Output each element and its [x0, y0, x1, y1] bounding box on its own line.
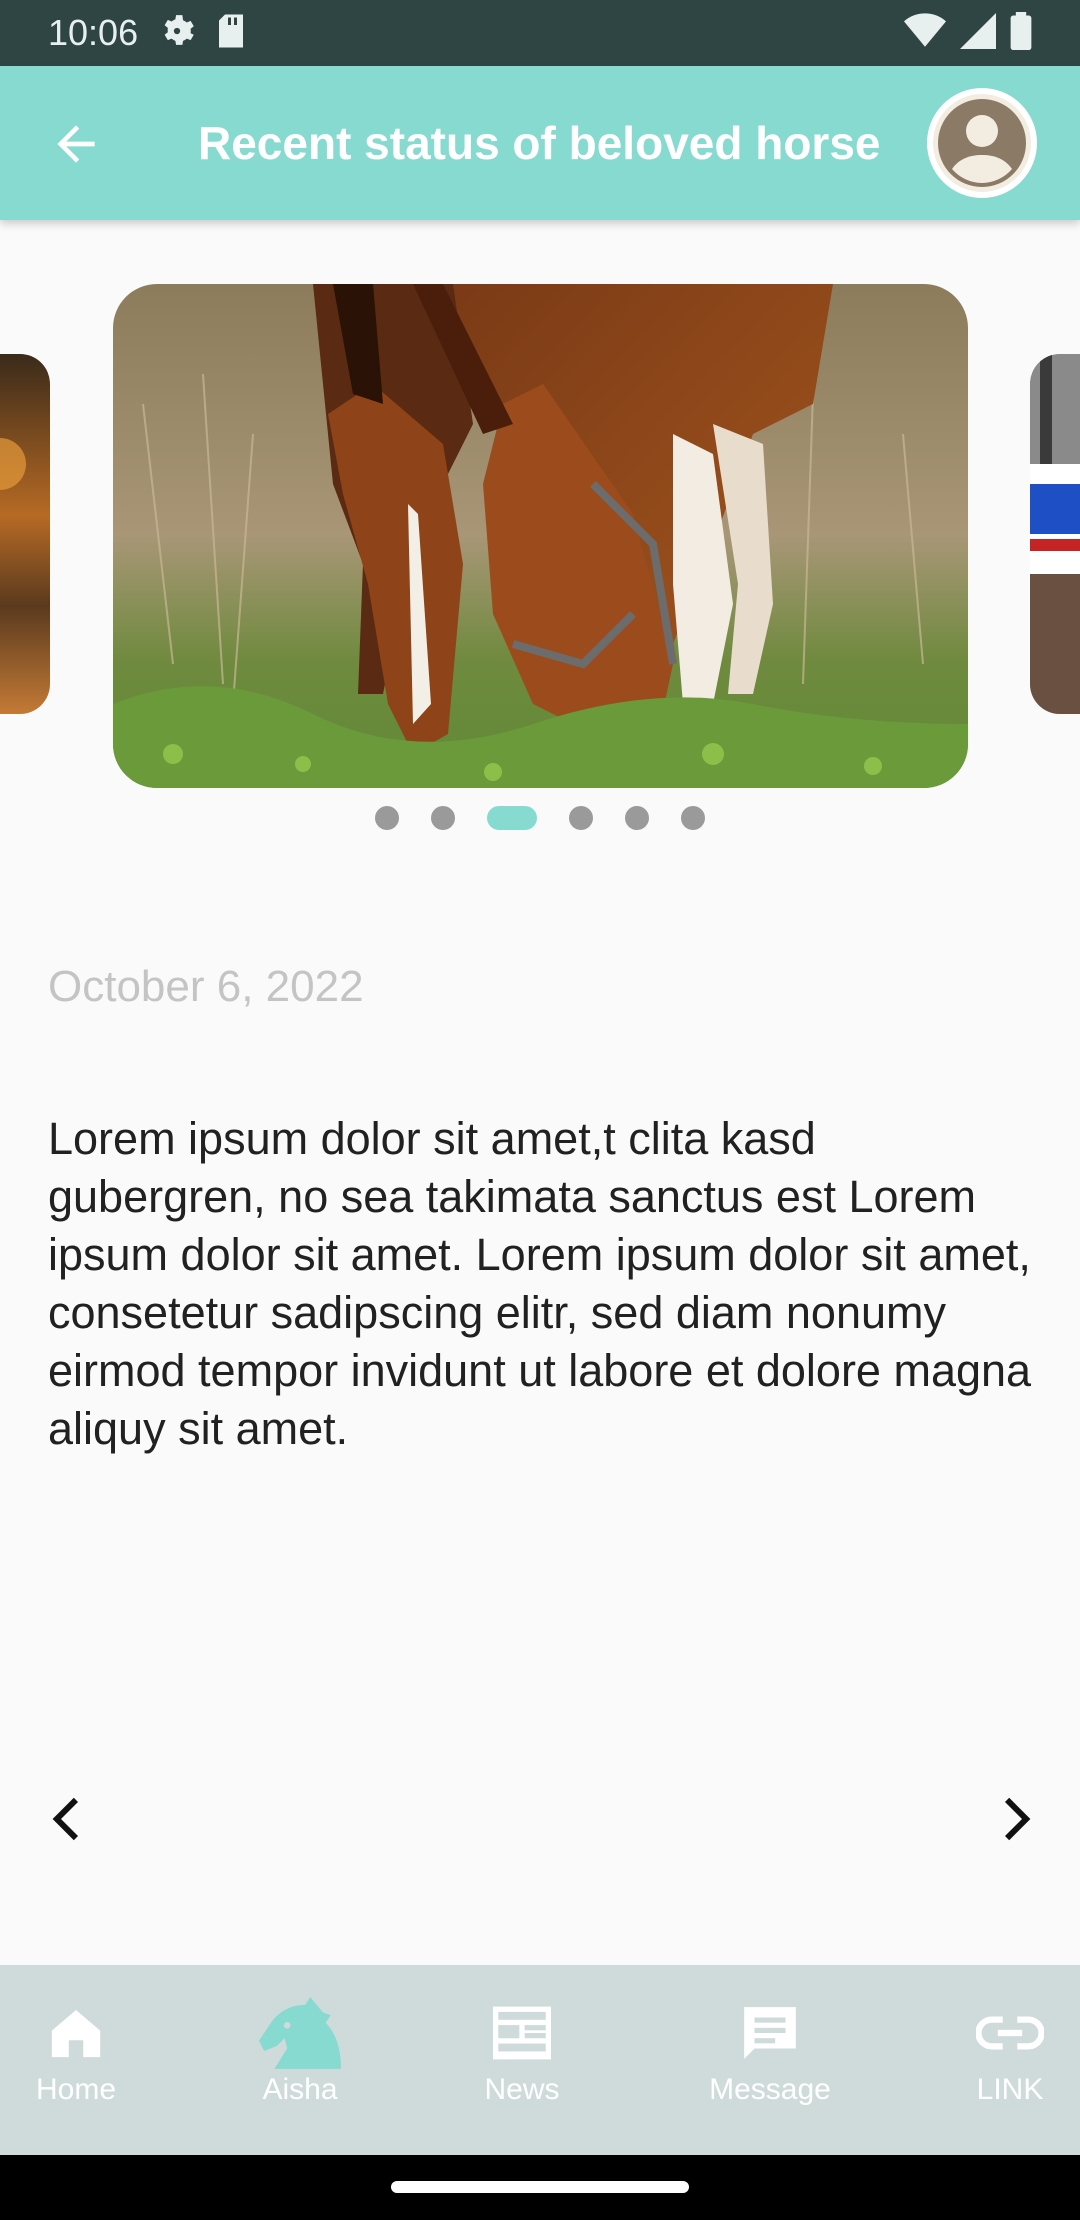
carousel-dot-active[interactable] [487, 806, 537, 830]
chevron-right-icon [1005, 1797, 1031, 1841]
photo-carousel[interactable] [0, 284, 1080, 788]
next-post-button[interactable] [995, 1795, 1035, 1843]
carousel-dot[interactable] [569, 806, 593, 830]
gear-icon [158, 12, 196, 55]
carousel-slide-previous[interactable] [0, 354, 50, 714]
carousel-dot[interactable] [431, 806, 455, 830]
app-bar: Recent status of beloved horse [0, 66, 1080, 220]
nav-item-news[interactable]: News [472, 1965, 572, 2155]
nav-label-link: LINK [976, 2073, 1044, 2106]
status-time: 10:06 [48, 12, 139, 53]
account-circle-icon [938, 99, 1026, 187]
horse-photo [113, 284, 968, 788]
back-button[interactable] [48, 116, 104, 172]
arrow-left-icon [57, 125, 95, 163]
carousel-dot[interactable] [375, 806, 399, 830]
news-icon [493, 2006, 551, 2060]
home-gesture-handle[interactable] [391, 2181, 689, 2193]
nav-label-aisha: Aisha [262, 2073, 338, 2106]
carousel-indicator [0, 806, 1080, 830]
nav-label-message: Message [709, 2073, 831, 2106]
post-body: Lorem ipsum dolor sit amet,t clita kasd … [48, 1113, 1032, 1454]
wifi-icon [904, 12, 946, 54]
nav-label-home: Home [35, 2073, 117, 2106]
post-date: October 6, 2022 [48, 962, 364, 1011]
nav-item-home[interactable]: Home [26, 1965, 126, 2155]
avatar-button[interactable] [927, 88, 1037, 198]
nav-label-news: News [484, 2073, 560, 2106]
bottom-navigation: Home Aisha News Message LINK [0, 1965, 1080, 2155]
chevron-left-icon [52, 1797, 78, 1841]
nav-item-link[interactable]: LINK [960, 1965, 1060, 2155]
link-icon [976, 2016, 1044, 2050]
sd-card-icon [216, 12, 246, 55]
system-gesture-bar [0, 2155, 1080, 2220]
previous-post-button[interactable] [48, 1795, 88, 1843]
battery-icon [1010, 11, 1032, 55]
signal-icon [960, 12, 996, 54]
home-icon [51, 2010, 101, 2058]
carousel-slide-next[interactable] [1030, 354, 1080, 714]
carousel-dot[interactable] [681, 806, 705, 830]
nav-item-aisha[interactable]: Aisha [250, 1965, 350, 2155]
carousel-dot[interactable] [625, 806, 649, 830]
page-title: Recent status of beloved horse [198, 117, 881, 169]
horse-icon [259, 1997, 341, 2069]
message-icon [744, 2007, 796, 2059]
status-bar: 10:06 [0, 0, 1080, 66]
carousel-slide-horses[interactable] [113, 284, 968, 788]
nav-item-message[interactable]: Message [690, 1965, 850, 2155]
